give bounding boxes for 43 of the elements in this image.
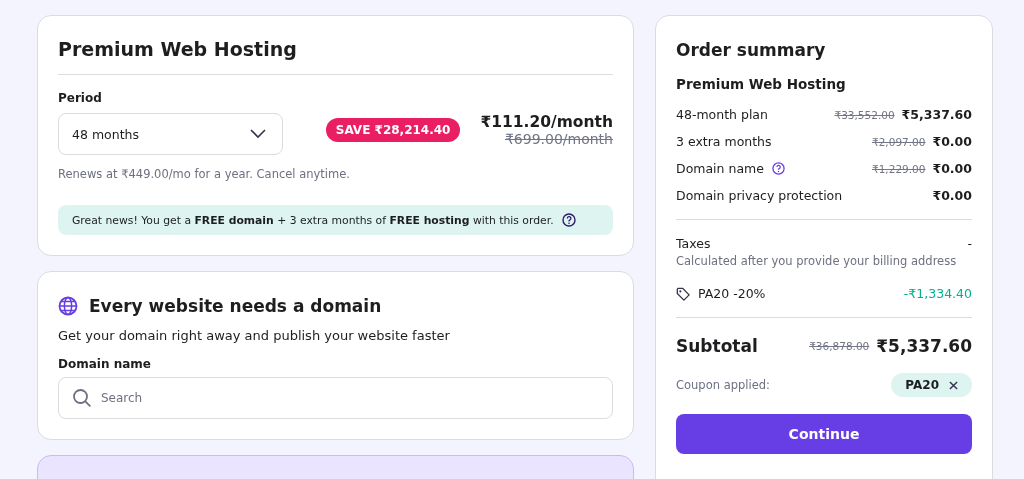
product-name: Premium Web Hosting (676, 76, 847, 92)
domain-title: Every website needs a domain (89, 296, 382, 316)
discount-value: -₹1,334.40 (903, 286, 972, 301)
line-price: ₹0.00 (932, 134, 972, 149)
line-price: ₹5,337.60 (901, 107, 972, 122)
original-price: ₹699.00/month (503, 131, 613, 147)
tag-icon (676, 286, 690, 301)
coupon-label: Coupon applied: (676, 378, 770, 392)
line-old-price: ₹1,229.00 (872, 162, 926, 175)
line-price: ₹0.00 (932, 161, 972, 176)
coupon-code: PA20 (905, 378, 939, 392)
globe-icon (58, 296, 78, 316)
line-label: 3 extra months (676, 134, 772, 149)
line-label: 48-month plan (676, 107, 768, 122)
summary-title: Order summary (676, 40, 827, 60)
line-label: Domain privacy protection (676, 188, 843, 203)
renewal-note: Renews at ₹449.00/mo for a year. Cancel anytime. (58, 167, 351, 181)
savings-badge: SAVE ₹28,214.40 (325, 118, 461, 142)
discount-label: PA20 -20% (698, 286, 766, 301)
subtotal-old-price: ₹36,878.00 (809, 340, 870, 352)
search-icon (72, 388, 92, 408)
taxes-note: Calculated after you provide your billing address (676, 254, 958, 268)
period-dropdown[interactable]: 48 months (58, 113, 283, 155)
line-label: Domain name (676, 161, 764, 176)
taxes-value: - (967, 235, 972, 251)
chevron-down-icon (250, 129, 266, 139)
monthly-price: ₹111.20/month (480, 113, 613, 131)
line-old-price: ₹33,552.00 (834, 108, 895, 121)
period-label: Period (58, 91, 103, 105)
continue-button[interactable]: Continue (676, 414, 972, 454)
subtotal-label: Subtotal (676, 336, 758, 356)
close-icon[interactable] (949, 380, 958, 390)
help-icon[interactable] (561, 213, 576, 227)
subtotal-price: ₹5,337.60 (876, 336, 972, 356)
plan-title: Premium Web Hosting (58, 38, 298, 60)
line-price: ₹0.00 (932, 188, 972, 203)
taxes-label: Taxes (676, 235, 711, 251)
help-icon[interactable] (771, 162, 785, 175)
domain-name-label: Domain name (58, 357, 152, 371)
line-old-price: ₹2,097.00 (872, 135, 926, 148)
promo-text: Great news! You get a FREE domain + 3 extra months of FREE hosting with this order. (72, 213, 554, 227)
domain-search-field[interactable]: Search (58, 377, 613, 419)
domain-subtitle: Get your domain right away and publish your website faster (58, 328, 451, 343)
